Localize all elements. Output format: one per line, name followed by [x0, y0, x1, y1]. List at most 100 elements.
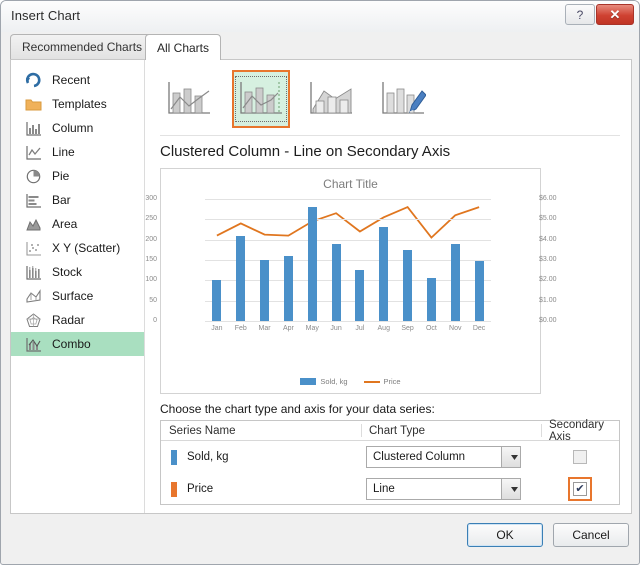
column-header-chart-type: Chart Type	[361, 421, 541, 440]
sidebar-item-recent[interactable]: Recent	[11, 68, 144, 92]
secondary-axis-checkbox-price[interactable]: ✔	[573, 482, 587, 496]
series-instruction: Choose the chart type and axis for your …	[160, 402, 435, 416]
tab-strip: Recommended Charts All Charts	[10, 34, 632, 60]
tab-recommended-charts-label: Recommended Charts	[22, 40, 143, 54]
stock-icon	[25, 264, 42, 281]
sidebar-item-area-label: Area	[52, 217, 78, 231]
chevron-down-icon[interactable]	[501, 479, 520, 499]
ok-button[interactable]: OK	[467, 523, 543, 547]
series-color-swatch-sold	[171, 449, 177, 465]
secondary-axis-cell-price: ✔	[541, 477, 619, 501]
legend-item-price: Price	[363, 377, 401, 386]
y-axis-tick-label: 50	[149, 296, 157, 304]
line-icon	[25, 144, 42, 161]
y-axis-tick-label: 300	[145, 195, 157, 202]
close-icon: ✕	[609, 6, 621, 22]
ok-button-label: OK	[496, 528, 514, 542]
x-axis-tick-label: Oct	[425, 325, 437, 332]
pie-icon	[25, 168, 42, 185]
thumbnail-clustered-column-line[interactable]	[160, 70, 218, 128]
sidebar-item-templates[interactable]: Templates	[11, 92, 144, 116]
tab-all-charts[interactable]: All Charts	[145, 34, 222, 60]
close-button[interactable]: ✕	[596, 4, 634, 25]
sidebar-item-bar[interactable]: Bar	[11, 188, 144, 212]
y-axis-tick-label: 250	[145, 215, 157, 223]
combo-icon	[25, 336, 42, 353]
chart-gridline	[205, 260, 491, 261]
chart-bar	[474, 260, 484, 321]
chart-bar	[403, 249, 413, 321]
x-axis-tick-label: Dec	[472, 325, 486, 332]
x-axis-tick-label: Nov	[449, 325, 462, 332]
sidebar-item-radar[interactable]: Radar	[11, 308, 144, 332]
sidebar-item-pie[interactable]: Pie	[11, 164, 144, 188]
cancel-button-label: Cancel	[572, 528, 610, 542]
tab-recommended-charts[interactable]: Recommended Charts	[10, 34, 155, 59]
chart-type-dropdown-price[interactable]: Line	[366, 478, 521, 500]
chart-gridline	[205, 300, 491, 302]
chart-bar	[260, 260, 270, 321]
secondary-axis-highlight-ring: ✔	[568, 477, 592, 501]
column-icon	[25, 120, 42, 137]
legend-item-sold: Sold, kg	[300, 377, 348, 386]
chart-category-sidebar[interactable]: Recent Templates Column Line Pie Bar Are…	[11, 60, 145, 513]
chart-gridline	[205, 280, 491, 282]
scatter-icon	[25, 240, 42, 257]
sidebar-item-stock[interactable]: Stock	[11, 260, 144, 284]
x-axis-tick-label: Jun	[330, 325, 342, 332]
column-header-secondary-axis: Secondary Axis	[541, 419, 619, 443]
chart-gridline	[205, 219, 491, 221]
question-mark-icon: ?	[576, 7, 584, 22]
series-table: Series Name Chart Type Secondary Axis So…	[160, 419, 620, 505]
secondary-y-axis-tick-label: $5.00	[539, 215, 557, 223]
sidebar-item-xy-scatter[interactable]: X Y (Scatter)	[11, 236, 144, 260]
surface-icon	[25, 288, 42, 305]
folder-icon	[25, 96, 42, 113]
sidebar-item-templates-label: Templates	[52, 97, 107, 111]
chart-bar	[331, 243, 341, 321]
thumbnail-separator	[160, 135, 620, 136]
x-axis-tick-label: Jul	[355, 325, 365, 332]
x-axis-tick-label: Sep	[401, 325, 414, 332]
sidebar-item-combo-label: Combo	[52, 337, 91, 351]
thumbnail-custom-combination[interactable]	[374, 70, 432, 128]
thumbnail-clustered-column-line-secondary-axis[interactable]	[232, 70, 290, 128]
help-button[interactable]: ?	[565, 4, 595, 25]
cancel-button[interactable]: Cancel	[553, 523, 629, 547]
clustered-column-line-secondary-axis-icon	[235, 76, 287, 122]
sidebar-item-area[interactable]: Area	[11, 212, 144, 236]
sidebar-item-combo[interactable]: Combo	[11, 332, 144, 356]
series-color-swatch-price	[171, 481, 177, 497]
legend-swatch-price	[363, 380, 380, 383]
series-name-cell-price: Price	[161, 481, 361, 497]
chart-title: Chart Title	[323, 177, 378, 191]
secondary-y-axis-tick-label: $6.00	[539, 195, 557, 202]
x-axis-tick-label: Mar	[258, 325, 271, 332]
chart-bar	[450, 243, 460, 321]
chart-type-cell-sold: Clustered Column	[361, 446, 541, 468]
secondary-y-axis-tick-label: $4.00	[539, 235, 557, 243]
chart-preview[interactable]: Chart Title 0 $0.00 50 $1.00 100 $2.00 150 $3.0…	[145, 168, 557, 394]
sidebar-item-surface-label: Surface	[52, 289, 94, 303]
sidebar-item-column[interactable]: Column	[11, 116, 144, 140]
secondary-axis-checkbox-sold[interactable]	[573, 450, 587, 464]
y-axis-tick-label: 100	[145, 276, 157, 284]
thumbnail-stacked-area-clustered-column[interactable]	[302, 70, 360, 128]
preview-heading: Clustered Column - Line on Secondary Axi…	[160, 143, 451, 160]
table-row: Price Line ✔	[161, 473, 619, 505]
column-header-series-name: Series Name	[169, 424, 236, 437]
stacked-area-clustered-column-icon	[308, 79, 354, 119]
title-bar: Insert Chart ? ✕	[1, 1, 639, 32]
dialog-footer: OK Cancel	[1, 512, 639, 564]
legend-label-sold: Sold, kg	[320, 377, 348, 386]
chart-bar	[212, 280, 222, 321]
chart-legend: Sold, kg Price	[161, 377, 540, 386]
chart-gridline	[205, 239, 491, 241]
sidebar-item-surface[interactable]: Surface	[11, 284, 144, 308]
chart-type-dropdown-sold[interactable]: Clustered Column	[366, 446, 521, 468]
x-axis-tick-label: Jan	[211, 325, 223, 332]
chevron-down-icon[interactable]	[501, 447, 520, 467]
chart-options-pane: Clustered Column - Line on Secondary Axi…	[145, 60, 631, 513]
series-table-header: Series Name Chart Type Secondary Axis	[161, 419, 619, 443]
sidebar-item-line[interactable]: Line	[11, 140, 144, 164]
